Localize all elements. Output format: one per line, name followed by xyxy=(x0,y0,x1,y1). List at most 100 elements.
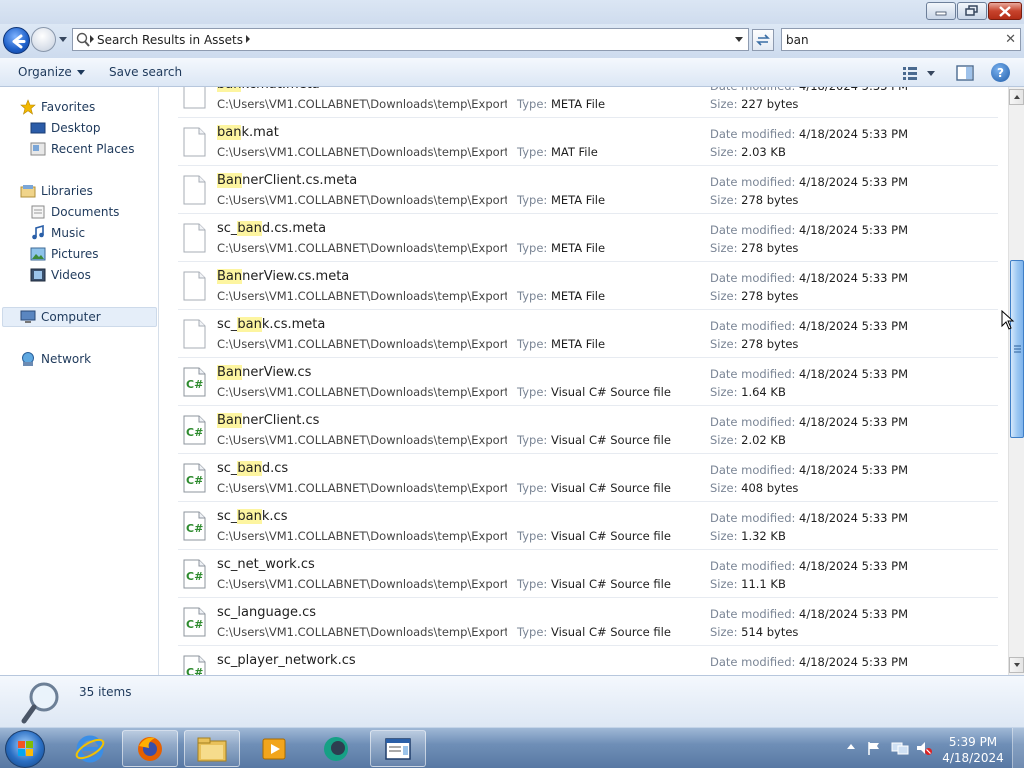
file-type: Type: Visual C# Source file xyxy=(517,481,671,495)
address-dropdown-icon[interactable] xyxy=(733,33,745,45)
clock-date[interactable]: 4/18/2024 xyxy=(940,751,1006,765)
change-view-icon[interactable] xyxy=(902,64,942,82)
nav-favorites-label: Favorites xyxy=(41,100,96,114)
file-name[interactable]: bankcmat.meta xyxy=(217,87,320,92)
file-row[interactable]: C# sc_player_network.cs Date modified: 4… xyxy=(178,646,998,675)
forward-button[interactable] xyxy=(31,27,56,52)
maximize-button[interactable] xyxy=(957,2,987,20)
search-input[interactable] xyxy=(786,31,998,49)
scroll-down-arrow-icon xyxy=(1013,663,1020,667)
file-size: Size: 1.64 KB xyxy=(710,385,786,399)
show-desktop-button[interactable] xyxy=(1012,728,1024,768)
scroll-down-button[interactable] xyxy=(1009,657,1024,673)
file-row[interactable]: BannerView.cs.meta C:\Users\VM1.COLLABNE… xyxy=(178,262,998,310)
nav-pictures[interactable]: Pictures xyxy=(30,246,99,262)
clear-search-icon[interactable]: ✕ xyxy=(1005,32,1016,47)
taskbar-windows-explorer[interactable] xyxy=(184,730,240,767)
refresh-icon xyxy=(756,34,770,46)
file-name-suffix: nerClient.cs.meta xyxy=(242,173,358,188)
file-name[interactable]: sc_language.cs xyxy=(217,605,316,620)
file-row[interactable]: C# sc_language.cs C:\Users\VM1.COLLABNET… xyxy=(178,598,998,646)
file-name[interactable]: sc_bank.cs.meta xyxy=(217,317,325,332)
file-type: Type: META File xyxy=(517,337,605,351)
nav-music[interactable]: Music xyxy=(30,225,85,241)
browser-app-icon xyxy=(324,736,348,761)
help-button[interactable]: ? xyxy=(991,63,1010,82)
file-name[interactable]: BannerClient.cs.meta xyxy=(217,173,357,188)
file-row[interactable]: C# sc_band.cs C:\Users\VM1.COLLABNET\Dow… xyxy=(178,454,998,502)
file-path: C:\Users\VM1.COLLABNET\Downloads\temp\Ex… xyxy=(217,529,507,543)
file-row[interactable]: sc_band.cs.meta C:\Users\VM1.COLLABNET\D… xyxy=(178,214,998,262)
nav-network[interactable]: Network xyxy=(20,351,91,367)
recent-pages-dropdown-icon[interactable] xyxy=(58,34,68,44)
file-row[interactable]: BannerClient.cs.meta C:\Users\VM1.COLLAB… xyxy=(178,166,998,214)
pictures-icon xyxy=(30,246,46,262)
nav-desktop[interactable]: Desktop xyxy=(30,120,101,136)
organize-button[interactable]: Organize xyxy=(18,65,85,79)
file-name[interactable]: sc_band.cs.meta xyxy=(217,221,326,236)
taskbar-firefox[interactable] xyxy=(122,730,178,767)
file-list[interactable]: bankcmat.meta C:\Users\VM1.COLLABNET\Dow… xyxy=(160,87,1008,675)
volume-muted-icon[interactable] xyxy=(915,740,933,756)
search-box[interactable]: ✕ xyxy=(781,28,1021,51)
nav-favorites[interactable]: Favorites xyxy=(20,99,95,115)
scroll-grip-icon xyxy=(1014,345,1021,353)
search-match-highlight: ban xyxy=(237,221,262,236)
back-button[interactable] xyxy=(3,27,30,54)
taskbar-document-app[interactable] xyxy=(370,730,426,767)
breadcrumb-arrow-icon[interactable] xyxy=(89,34,95,44)
file-name[interactable]: sc_band.cs xyxy=(217,461,288,476)
file-name[interactable]: BannerClient.cs xyxy=(217,413,319,428)
taskbar-media-player[interactable] xyxy=(246,730,302,767)
file-name[interactable]: sc_net_work.cs xyxy=(217,557,315,572)
taskbar-browser-app[interactable] xyxy=(308,730,364,767)
nav-recent-places[interactable]: Recent Places xyxy=(30,141,134,157)
file-row[interactable]: C# BannerView.cs C:\Users\VM1.COLLABNET\… xyxy=(178,358,998,406)
action-center-flag-icon[interactable] xyxy=(866,740,882,756)
music-icon xyxy=(30,225,46,241)
command-bar: Organize Save search ? xyxy=(0,58,1024,87)
file-row[interactable]: bankcmat.meta C:\Users\VM1.COLLABNET\Dow… xyxy=(178,87,998,118)
taskbar-internet-explorer[interactable] xyxy=(62,730,118,767)
breadcrumb-arrow-icon[interactable] xyxy=(245,34,251,44)
breadcrumb-location[interactable]: Search Results in Assets xyxy=(97,33,243,47)
file-row[interactable]: sc_bank.cs.meta C:\Users\VM1.COLLABNET\D… xyxy=(178,310,998,358)
close-button[interactable] xyxy=(988,2,1022,20)
documents-icon xyxy=(30,204,46,220)
search-match-highlight: ban xyxy=(237,461,262,476)
file-row[interactable]: C# BannerClient.cs C:\Users\VM1.COLLABNE… xyxy=(178,406,998,454)
nav-computer[interactable]: Computer xyxy=(20,309,101,325)
svg-text:C#: C# xyxy=(186,474,203,487)
refresh-button[interactable] xyxy=(752,29,774,51)
start-button[interactable] xyxy=(5,730,45,768)
show-hidden-icons-icon[interactable] xyxy=(846,742,856,750)
nav-documents[interactable]: Documents xyxy=(30,204,119,220)
file-date: Date modified: 4/18/2024 5:33 PM xyxy=(710,367,908,381)
nav-videos[interactable]: Videos xyxy=(30,267,91,283)
file-type: Type: META File xyxy=(517,241,605,255)
scroll-up-button[interactable] xyxy=(1009,89,1024,105)
file-type: Type: META File xyxy=(517,97,605,111)
help-icon: ? xyxy=(997,65,1004,80)
minimize-button[interactable] xyxy=(926,2,956,20)
clock-time[interactable]: 5:39 PM xyxy=(940,735,1006,749)
file-row[interactable]: bank.mat C:\Users\VM1.COLLABNET\Download… xyxy=(178,118,998,166)
file-row[interactable]: C# sc_net_work.cs C:\Users\VM1.COLLABNET… xyxy=(178,550,998,598)
file-name[interactable]: BannerView.cs xyxy=(217,365,311,380)
address-bar[interactable]: Search Results in Assets xyxy=(72,28,749,51)
file-name[interactable]: BannerView.cs.meta xyxy=(217,269,349,284)
scroll-thumb[interactable] xyxy=(1010,260,1024,438)
network-status-icon[interactable] xyxy=(891,740,909,756)
vertical-scrollbar[interactable] xyxy=(1008,87,1024,675)
file-name[interactable]: bank.mat xyxy=(217,125,279,140)
file-name[interactable]: sc_player_network.cs xyxy=(217,653,356,668)
preview-pane-icon[interactable] xyxy=(956,64,974,82)
file-row[interactable]: C# sc_bank.cs C:\Users\VM1.COLLABNET\Dow… xyxy=(178,502,998,550)
organize-label: Organize xyxy=(18,65,72,79)
file-name[interactable]: sc_bank.cs xyxy=(217,509,287,524)
save-search-button[interactable]: Save search xyxy=(109,65,182,79)
date-value: 4/18/2024 5:33 PM xyxy=(799,175,908,189)
nav-libraries[interactable]: Libraries xyxy=(20,183,93,199)
size-label: Size: xyxy=(710,97,738,111)
size-label: Size: xyxy=(710,577,738,591)
